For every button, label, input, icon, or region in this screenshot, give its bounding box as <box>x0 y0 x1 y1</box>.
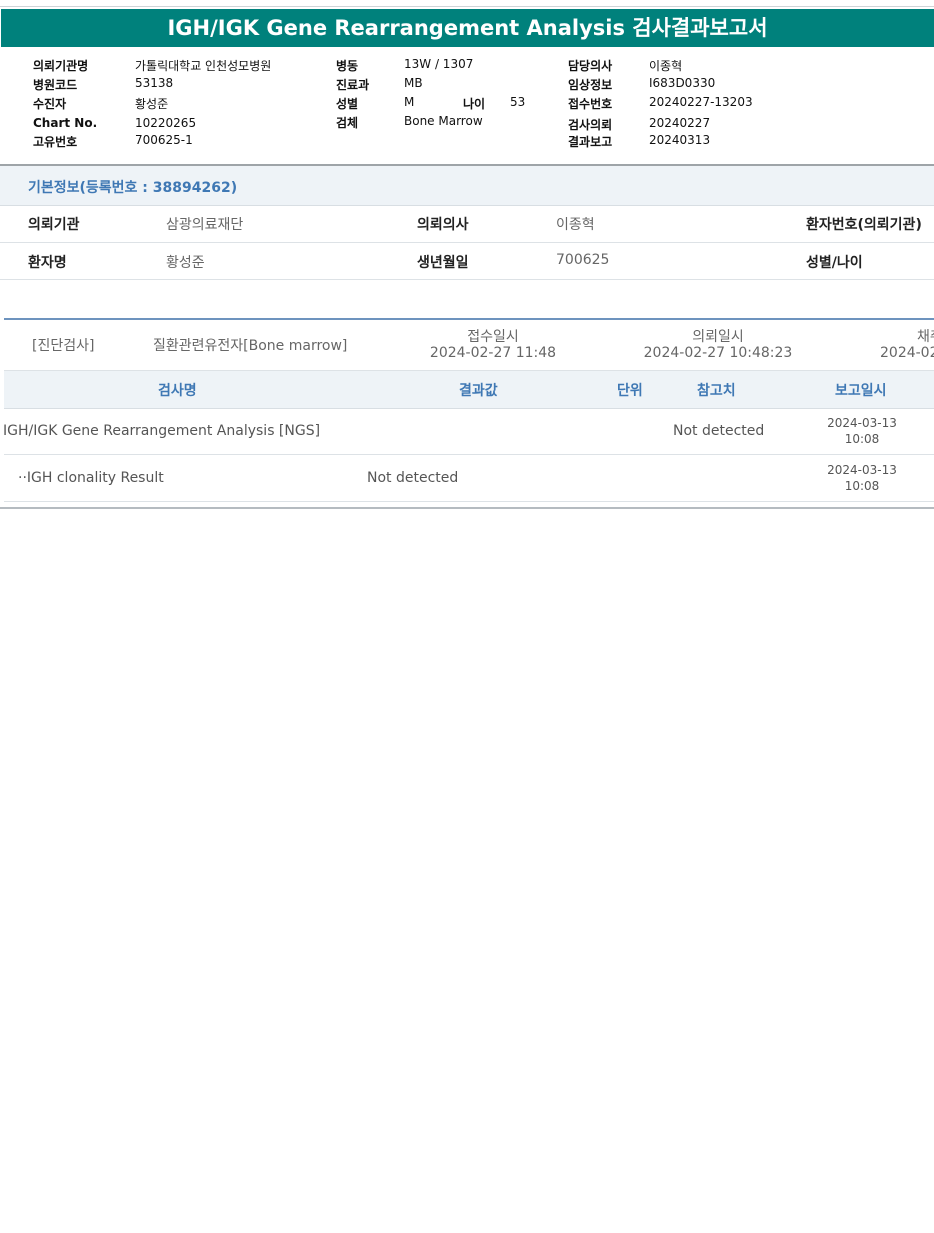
ward-value: 13W / 1307 <box>404 57 474 71</box>
chart-no-value: 10220265 <box>135 116 197 130</box>
collected-label: 채취 <box>917 329 934 345</box>
birth-date-value: 700625 <box>556 252 610 268</box>
report-date-value: 20240313 <box>649 133 711 147</box>
received-value: 2024-02-27 11:48 <box>429 345 557 361</box>
collected-value: 2024-02 <box>880 345 934 361</box>
patient-name-value: 황성준 <box>166 255 205 271</box>
result-report-date: 2024-03-13 <box>827 416 897 430</box>
sex-label: 성별 <box>336 97 359 111</box>
col-test-name: 검사명 <box>158 383 197 399</box>
result-test-name: IGH/IGK Gene Rearrangement Analysis [NGS… <box>3 423 321 439</box>
top-border <box>0 6 934 7</box>
sex-value: M <box>404 95 415 109</box>
institution-label: 의뢰기관명 <box>33 59 89 73</box>
unique-no-value: 700625-1 <box>135 133 193 147</box>
age-label: 나이 <box>463 97 486 111</box>
patient-name-label: 환자명 <box>28 255 67 271</box>
result-test-name: ··IGH clonality Result <box>18 470 164 486</box>
result-reference: Not detected <box>673 423 765 439</box>
result-report-date: 2024-03-13 <box>827 463 897 477</box>
specimen-value: Bone Marrow <box>404 114 483 128</box>
result-value: Not detected <box>367 470 459 486</box>
referring-institution-value: 삼광의료재단 <box>166 217 244 233</box>
referring-institution-label: 의뢰기관 <box>28 217 80 233</box>
doctor-value: 이종혁 <box>649 59 683 73</box>
requested-value: 2024-02-27 10:48:23 <box>643 345 793 361</box>
referring-doctor-value: 이종혁 <box>556 217 595 233</box>
col-result: 결과값 <box>459 383 498 399</box>
age-value: 53 <box>510 95 526 109</box>
clinical-info-label: 임상정보 <box>568 78 613 92</box>
patient-label: 수진자 <box>33 97 67 111</box>
result-report-time: 10:08 <box>844 479 880 493</box>
request-date-value: 20240227 <box>649 116 711 130</box>
patient-number-label: 환자번호(의뢰기관) <box>806 217 922 233</box>
col-reference: 참고치 <box>697 383 736 399</box>
dept-label: 진료과 <box>336 78 370 92</box>
hospital-code-value: 53138 <box>135 76 174 90</box>
unique-no-label: 고유번호 <box>33 135 78 149</box>
receipt-no-value: 20240227-13203 <box>649 95 753 109</box>
birth-date-label: 생년월일 <box>417 255 469 271</box>
patient-value: 황성준 <box>135 97 169 111</box>
specimen-label: 검체 <box>336 116 359 130</box>
test-group-name: 질환관련유전자[Bone marrow] <box>153 338 348 354</box>
col-report-date: 보고일시 <box>835 383 887 399</box>
dept-value: MB <box>404 76 423 90</box>
test-category: [진단검사] <box>32 338 95 354</box>
report-date-label: 결과보고 <box>568 135 613 149</box>
sex-age-label: 성별/나이 <box>806 255 863 271</box>
receipt-no-label: 접수번호 <box>568 97 613 111</box>
institution-value: 가톨릭대학교 인천성모병원 <box>135 59 272 73</box>
chart-no-label: Chart No. <box>33 116 98 130</box>
clinical-info-value: I683D0330 <box>649 76 716 90</box>
hospital-code-label: 병원코드 <box>33 78 78 92</box>
request-date-label: 검사의뢰 <box>568 118 613 132</box>
doctor-label: 담당의사 <box>568 59 613 73</box>
result-report-time: 10:08 <box>844 432 880 446</box>
report-bottom-border <box>0 507 934 509</box>
referring-doctor-label: 의뢰의사 <box>417 217 469 233</box>
report-title: IGH/IGK Gene Rearrangement Analysis 검사결과… <box>1 9 934 47</box>
ward-label: 병동 <box>336 59 359 73</box>
requested-label: 의뢰일시 <box>692 329 744 345</box>
basic-info-title: 기본정보(등록번호 : 38894262) <box>28 180 238 196</box>
received-label: 접수일시 <box>467 329 519 345</box>
col-unit: 단위 <box>617 383 643 399</box>
